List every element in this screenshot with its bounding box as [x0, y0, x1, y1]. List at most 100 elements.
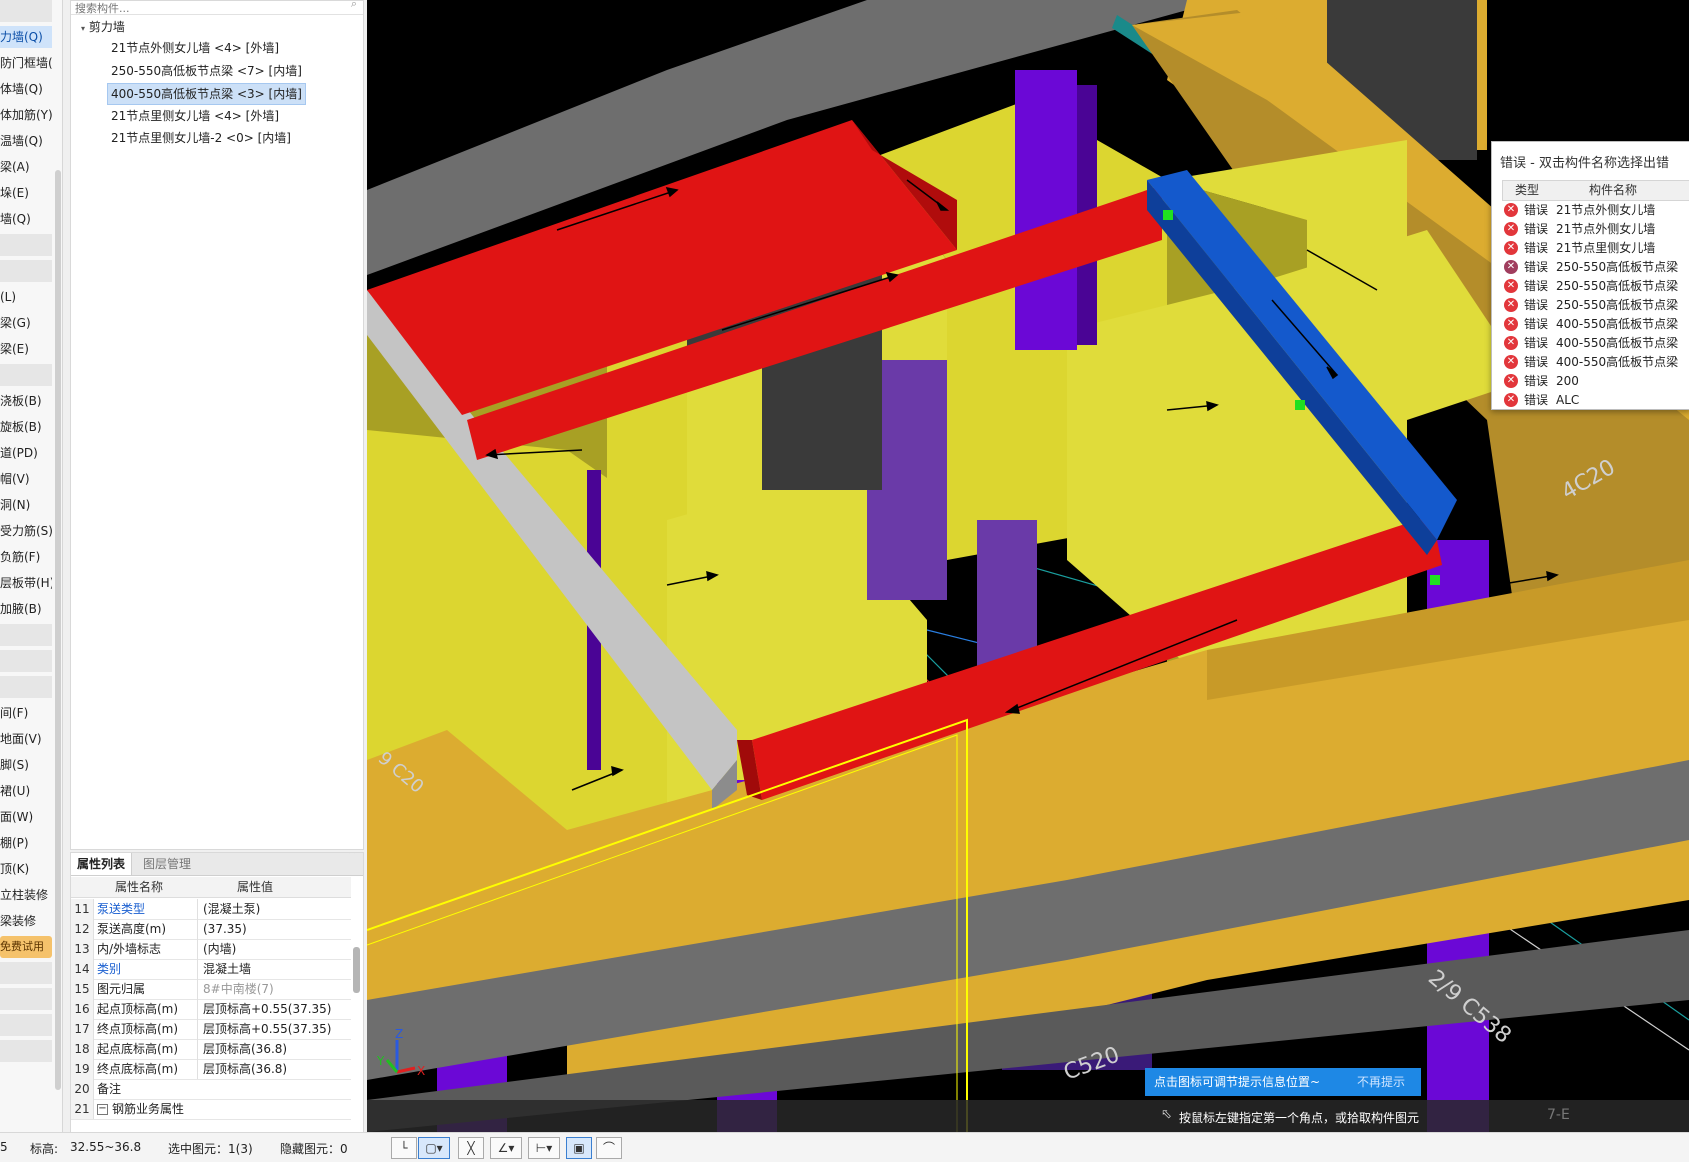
error-row[interactable]: ✕ 错误 21节点外侧女儿墙	[1502, 219, 1689, 239]
error-row[interactable]: ✕ 错误 21节点里侧女儿墙	[1502, 238, 1689, 258]
error-row[interactable]: ✕ 错误 ALC	[1502, 390, 1689, 409]
component-type-item[interactable]: 梁(G)	[0, 312, 52, 334]
tree-root-node[interactable]: ▾ 剪力墙	[81, 17, 125, 37]
component-type-item[interactable]: 面(W)	[0, 806, 52, 828]
component-type-item[interactable]: 地面(V)	[0, 728, 52, 750]
component-type-item[interactable]: 旋板(B)	[0, 416, 52, 438]
tree-search-input[interactable]	[71, 1, 327, 14]
error-component-name[interactable]: 200	[1556, 371, 1579, 391]
error-row[interactable]: ✕ 错误 250-550高低板节点梁	[1502, 295, 1689, 315]
tree-item[interactable]: 21节点里侧女儿墙-2 <0> [内墙]	[111, 128, 291, 148]
error-component-name[interactable]: 21节点外侧女儿墙	[1556, 200, 1655, 220]
offset-button[interactable]: ⊢▾	[528, 1137, 560, 1159]
component-type-item[interactable]: 裙(U)	[0, 780, 52, 802]
component-type-item[interactable]: 体墙(Q)	[0, 78, 52, 100]
component-type-item[interactable]: (L)	[0, 286, 52, 308]
component-type-item[interactable]: 防门框墙(	[0, 52, 52, 74]
property-row[interactable]: 14 类别 混凝土墙	[71, 959, 351, 980]
ortho-mode-button[interactable]: └	[391, 1137, 417, 1159]
property-name[interactable]: 类别	[97, 959, 189, 979]
property-name[interactable]: 泵送类型	[97, 899, 189, 919]
property-row[interactable]: 15 图元归属 8#中南楼(7)	[71, 979, 351, 1000]
error-component-name[interactable]: 400-550高低板节点梁	[1556, 352, 1678, 372]
select-mode-button[interactable]: ▢▾	[418, 1137, 450, 1159]
dont-show-again-button[interactable]: 不再提示	[1357, 1068, 1405, 1096]
component-type-item[interactable]: 帽(V)	[0, 468, 52, 490]
arc-snap-button[interactable]: ⌒	[596, 1137, 622, 1159]
error-type: 错误	[1524, 260, 1549, 274]
component-type-item[interactable]: 墙(Q)	[0, 208, 52, 230]
property-value[interactable]: 层顶标高(36.8)	[197, 1039, 353, 1059]
tree-root-label: 剪力墙	[88, 20, 125, 34]
component-type-item[interactable]: 脚(S)	[0, 754, 52, 776]
property-value[interactable]: 层顶标高(36.8)	[197, 1059, 353, 1079]
error-component-name[interactable]: 250-550高低板节点梁	[1556, 257, 1678, 277]
property-row[interactable]: 18 起点底标高(m) 层顶标高(36.8)	[71, 1039, 351, 1060]
error-row[interactable]: ✕ 错误 400-550高低板节点梁	[1502, 314, 1689, 334]
error-row[interactable]: ✕ 错误 400-550高低板节点梁	[1502, 352, 1689, 372]
error-component-name[interactable]: 250-550高低板节点梁	[1556, 276, 1678, 296]
tab-property-list[interactable]: 属性列表	[71, 853, 133, 875]
component-type-item[interactable]: 受力筋(S)	[0, 520, 52, 542]
error-component-name[interactable]: 250-550高低板节点梁	[1556, 295, 1678, 315]
error-row[interactable]: ✕ 错误 200	[1502, 371, 1689, 391]
tree-item[interactable]: 250-550高低板节点梁 <7> [内墙]	[111, 61, 302, 81]
component-type-item[interactable]: 力墙(Q)	[0, 26, 52, 48]
error-component-name[interactable]: 21节点外侧女儿墙	[1556, 219, 1655, 239]
hint-toast[interactable]: 点击图标可调节提示信息位置~ 不再提示	[1145, 1068, 1421, 1096]
collapse-triangle-icon[interactable]: ▾	[81, 24, 85, 33]
error-component-name[interactable]: 400-550高低板节点梁	[1556, 333, 1678, 353]
property-value[interactable]: 混凝土墙	[197, 959, 353, 979]
angle-snap-button[interactable]: ∠▾	[490, 1137, 522, 1159]
collapse-icon[interactable]: −	[97, 1104, 108, 1115]
close-icon[interactable]: ✕	[347, 853, 357, 857]
component-type-item[interactable]: 层板带(H)	[0, 572, 52, 594]
component-type-item[interactable]: 体加筋(Y)	[0, 104, 52, 126]
property-value[interactable]: 层顶标高+0.55(37.35)	[197, 999, 353, 1019]
property-row[interactable]: 20 备注	[71, 1079, 351, 1100]
tree-item[interactable]: 21节点外侧女儿墙 <4> [外墙]	[111, 38, 279, 58]
properties-scrollbar[interactable]	[353, 947, 360, 993]
component-type-item[interactable]: 间(F)	[0, 702, 52, 724]
left-list-scrollbar[interactable]	[55, 170, 61, 1090]
component-type-item[interactable]: 负筋(F)	[0, 546, 52, 568]
component-type-item[interactable]: 温墙(Q)	[0, 130, 52, 152]
component-type-item[interactable]: 梁(E)	[0, 338, 52, 360]
component-type-item[interactable]: 垛(E)	[0, 182, 52, 204]
property-value[interactable]: (内墙)	[197, 939, 353, 959]
tree-item[interactable]: 400-550高低板节点梁 <3> [内墙]	[107, 83, 306, 105]
dynamic-input-button[interactable]: ▣	[566, 1137, 592, 1159]
component-type-item[interactable]: 立柱装修	[0, 884, 52, 906]
error-component-name[interactable]: 21节点里侧女儿墙	[1556, 238, 1655, 258]
component-type-item[interactable]: 浇板(B)	[0, 390, 52, 412]
error-component-name[interactable]: ALC	[1556, 390, 1579, 409]
tab-layer-management[interactable]: 图层管理	[137, 853, 197, 875]
error-row[interactable]: ✕ 错误 250-550高低板节点梁	[1502, 257, 1689, 277]
component-type-item[interactable]: 棚(P)	[0, 832, 52, 854]
property-row[interactable]: 16 起点顶标高(m) 层顶标高+0.55(37.35)	[71, 999, 351, 1020]
search-icon[interactable]: ⌕	[351, 1, 357, 11]
error-component-name[interactable]: 400-550高低板节点梁	[1556, 314, 1678, 334]
property-value[interactable]: 8#中南楼(7)	[197, 979, 353, 999]
cross-select-button[interactable]: ╳	[458, 1137, 484, 1159]
component-type-item[interactable]: 洞(N)	[0, 494, 52, 516]
component-type-item[interactable]: 加腋(B)	[0, 598, 52, 620]
component-type-item[interactable]: 顶(K)	[0, 858, 52, 880]
error-row[interactable]: ✕ 错误 21节点外侧女儿墙	[1502, 200, 1689, 220]
property-row[interactable]: 11 泵送类型 (混凝土泵)	[71, 899, 351, 920]
property-value[interactable]: (37.35)	[197, 919, 353, 939]
component-type-item[interactable]: 梁装修	[0, 910, 52, 932]
property-row[interactable]: 17 终点顶标高(m) 层顶标高+0.55(37.35)	[71, 1019, 351, 1040]
tree-item[interactable]: 21节点里侧女儿墙 <4> [外墙]	[111, 106, 279, 126]
property-row[interactable]: 21− 钢筋业务属性	[71, 1099, 351, 1120]
property-row[interactable]: 12 泵送高度(m) (37.35)	[71, 919, 351, 940]
property-value[interactable]: 层顶标高+0.55(37.35)	[197, 1019, 353, 1039]
component-type-item[interactable]: 梁(A)	[0, 156, 52, 178]
component-type-item[interactable]: 免费试用	[0, 936, 52, 958]
property-value[interactable]: (混凝土泵)	[197, 899, 353, 919]
property-row[interactable]: 13 内/外墙标志 (内墙)	[71, 939, 351, 960]
component-type-item[interactable]: 道(PD)	[0, 442, 52, 464]
error-row[interactable]: ✕ 错误 250-550高低板节点梁	[1502, 276, 1689, 296]
property-row[interactable]: 19 终点底标高(m) 层顶标高(36.8)	[71, 1059, 351, 1080]
error-row[interactable]: ✕ 错误 400-550高低板节点梁	[1502, 333, 1689, 353]
